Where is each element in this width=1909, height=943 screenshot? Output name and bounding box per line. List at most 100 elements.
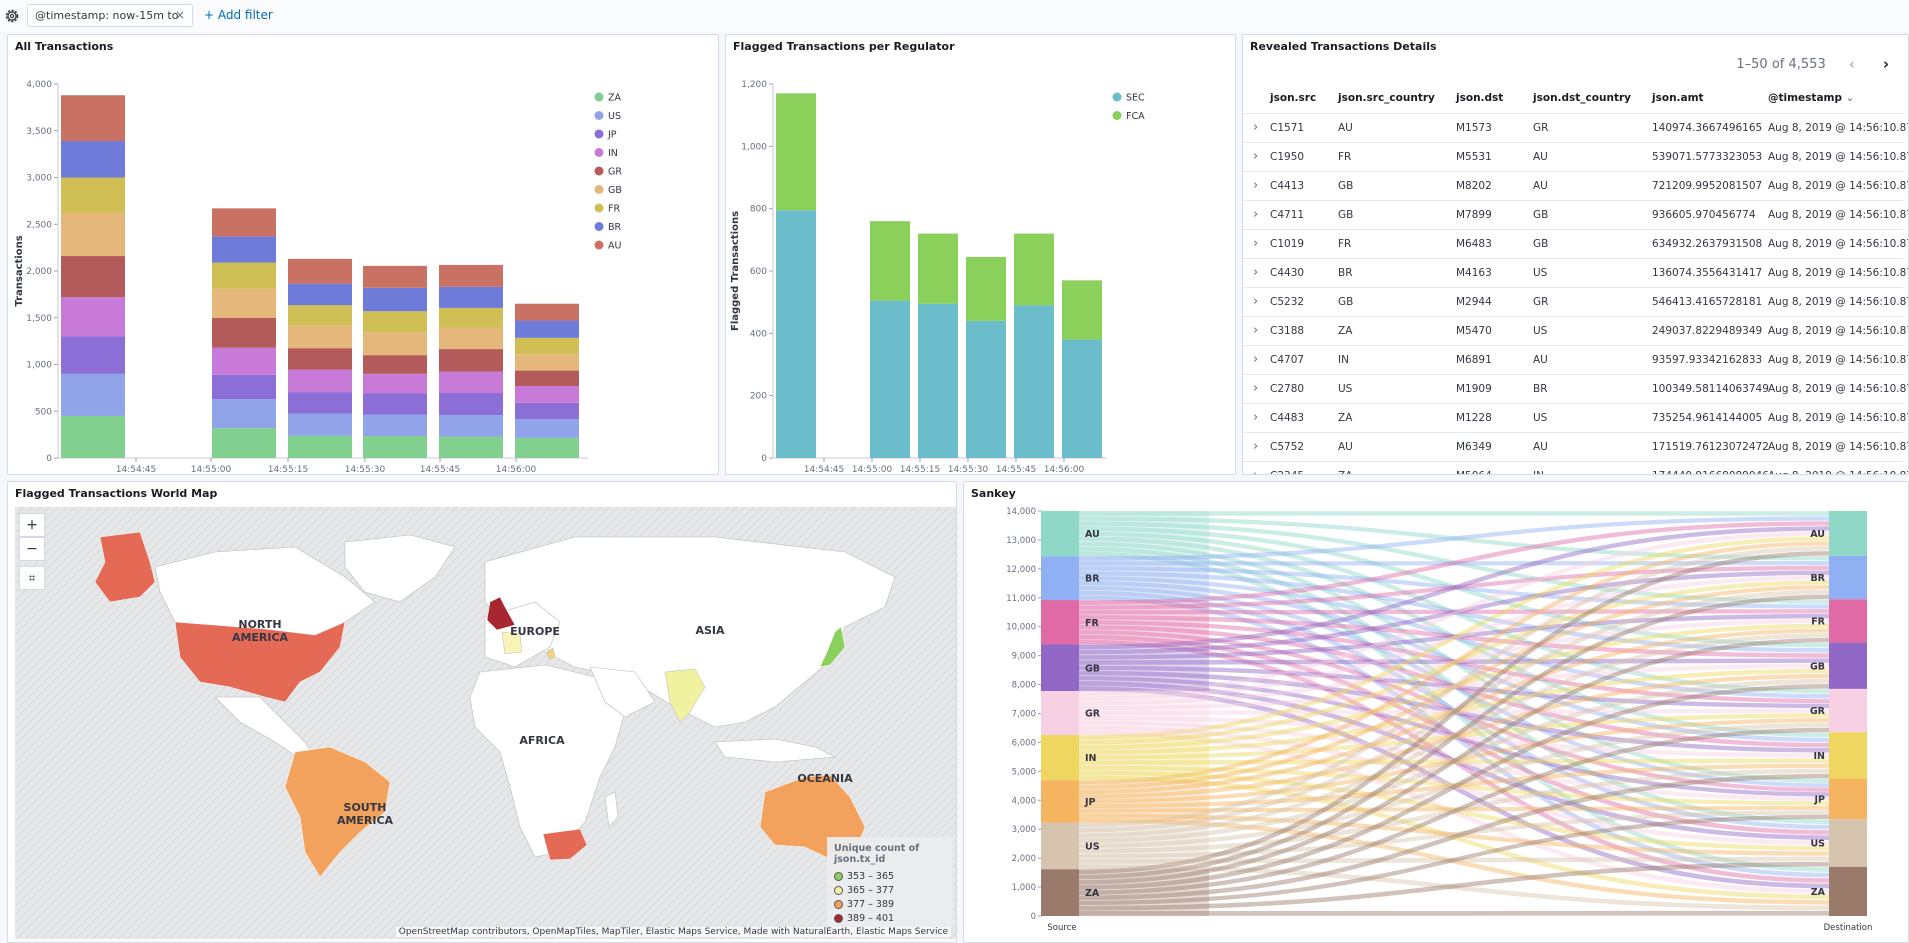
chevron-right-icon[interactable]: ›: [1253, 120, 1258, 135]
table-row[interactable]: › C1019 FR M6483 GB 634932.2637931508 Aug 8, 2…: [1243, 229, 1908, 258]
map-legend-label: 365 – 377: [847, 885, 895, 896]
chevron-right-icon[interactable]: ›: [1253, 410, 1258, 425]
chevron-right-icon[interactable]: ›: [1253, 236, 1258, 251]
y-tick-label: 1,200: [741, 80, 767, 90]
y-tick-label: 2,000: [26, 267, 52, 277]
chevron-right-icon[interactable]: ›: [1253, 207, 1258, 222]
chevron-right-icon[interactable]: ›: [1253, 381, 1258, 396]
table-cell: FR: [1338, 238, 1352, 250]
zoom-in-button[interactable]: +: [19, 513, 45, 537]
legend-swatch: [594, 203, 604, 213]
column-header-dst[interactable]: json.dst: [1456, 92, 1503, 104]
bar-segment: [212, 399, 276, 429]
table-cell: 249037.8229489349: [1652, 325, 1763, 337]
table-cell: M1573: [1456, 122, 1492, 134]
column-header-dst-country[interactable]: json.dst_country: [1533, 92, 1631, 104]
gear-icon[interactable]: [3, 7, 21, 25]
chevron-right-icon[interactable]: ›: [1253, 468, 1258, 474]
y-tick-label: 5,000: [1012, 767, 1036, 777]
column-header-src[interactable]: json.src: [1270, 92, 1316, 104]
map-legend-item[interactable]: 353 – 365: [834, 870, 946, 884]
sankey-source-node: [1041, 644, 1079, 692]
add-filter-button[interactable]: + Add filter: [204, 8, 273, 22]
legend-label: AU: [608, 241, 621, 252]
y-axis-label: Transactions: [14, 235, 25, 306]
y-tick-label: 400: [750, 329, 767, 339]
table-cell: 546413.4165728181: [1652, 296, 1763, 308]
zoom-out-button[interactable]: −: [19, 537, 45, 561]
sankey-destination-label: GB: [1810, 661, 1825, 672]
table-cell: 136074.3556431417: [1652, 267, 1763, 279]
bar-segment: [363, 436, 427, 458]
table-cell: C4483: [1270, 412, 1305, 424]
table-row[interactable]: › C4707 IN M6891 AU 93597.93342162833 Aug 8, 2…: [1243, 345, 1908, 374]
map-legend-item[interactable]: 389 – 401: [834, 912, 946, 926]
bar-segment: [870, 221, 910, 301]
y-tick-label: 1,000: [1012, 883, 1036, 893]
y-tick-label: 1,000: [741, 142, 767, 152]
table-row[interactable]: › C4483 ZA M1228 US 735254.9614144005 Aug 8, 2…: [1243, 403, 1908, 432]
timestamp-filter-pill[interactable]: @timestamp: now-15m to now ×: [27, 4, 193, 43]
table-cell: 100349.58114063749: [1652, 383, 1769, 395]
map-legend-item[interactable]: 365 – 377: [834, 884, 946, 898]
sankey-destination-node: [1829, 866, 1867, 916]
table-cell: AU: [1338, 441, 1353, 453]
chevron-right-icon[interactable]: ›: [1253, 178, 1258, 193]
bar-segment: [363, 414, 427, 437]
crop-icon[interactable]: ⌗: [19, 566, 45, 590]
x-tick-label: 14:55:30: [948, 465, 989, 473]
table-row[interactable]: › C2345 ZA M5064 IN 174440.91668089046Aug 8, …: [1243, 461, 1908, 474]
world-map[interactable]: + − ⌗ NORTH AMERICA EUROPE ASIA AFRICA S…: [15, 507, 956, 939]
map-attribution[interactable]: OpenStreetMap contributors, OpenMapTiles…: [395, 927, 951, 937]
table-cell: 171519.76123072472: [1652, 441, 1769, 453]
y-tick-label: 0: [1031, 912, 1036, 922]
table-row[interactable]: › C1571 AU M1573 GR 140974.3667496165 Aug 8, 2…: [1243, 113, 1908, 142]
chevron-right-icon[interactable]: ›: [1253, 294, 1258, 309]
close-icon[interactable]: ×: [175, 5, 185, 26]
table-cell: Aug 8, 2019 @ 14:56:10.870: [1768, 238, 1909, 250]
next-page-button[interactable]: ›: [1876, 55, 1896, 73]
table-cell: Aug 8, 2019 @ 14:56:10.870: [1768, 267, 1909, 279]
table-cell: M5064: [1456, 470, 1492, 474]
prev-page-button[interactable]: ‹: [1842, 55, 1862, 73]
bar-segment: [966, 256, 1006, 321]
table-row[interactable]: › C3188 ZA M5470 US 249037.8229489349 Aug 8, 2…: [1243, 316, 1908, 345]
y-tick-label: 4,000: [1012, 796, 1036, 806]
pagination-count: 1–50 of 4,553: [1736, 56, 1826, 72]
chevron-right-icon[interactable]: ›: [1253, 352, 1258, 367]
table-row[interactable]: › C1950 FR M5531 AU 539071.5773323053 Aug 8, 2…: [1243, 142, 1908, 171]
table-row[interactable]: › C5232 GB M2944 GR 546413.4165728181 Aug 8, 2…: [1243, 287, 1908, 316]
table-row[interactable]: › C4413 GB M8202 AU 721209.9952081507 Aug 8, 2…: [1243, 171, 1908, 200]
bar-segment: [1062, 339, 1102, 458]
y-tick-label: 600: [750, 267, 767, 277]
table-row[interactable]: › C2780 US M1909 BR 100349.58114063749 Aug 8, …: [1243, 374, 1908, 403]
bar-segment: [212, 428, 276, 458]
y-tick-label: 2,500: [26, 220, 52, 230]
table-cell: Aug 8, 2019 @ 14:56:10.870: [1768, 383, 1909, 395]
table-row[interactable]: › C4430 BR M4163 US 136074.3556431417 Aug 8, 2…: [1243, 258, 1908, 287]
bar-segment: [363, 332, 427, 356]
sankey-destination-label: US: [1810, 838, 1825, 849]
sankey-source-label: GR: [1085, 709, 1101, 720]
chevron-right-icon[interactable]: ›: [1253, 439, 1258, 454]
table-row[interactable]: › C5752 AU M6349 AU 171519.76123072472 Aug 8, …: [1243, 432, 1908, 461]
column-header-amt[interactable]: json.amt: [1652, 92, 1704, 104]
chevron-right-icon[interactable]: ›: [1253, 149, 1258, 164]
x-tick-label: 14:54:45: [804, 465, 844, 473]
y-tick-label: 500: [35, 407, 52, 417]
chevron-right-icon[interactable]: ›: [1253, 323, 1258, 338]
panel-title: Sankey: [971, 487, 1016, 500]
table-row[interactable]: › C4711 GB M7899 GB 936605.970456774 Aug 8, 20…: [1243, 200, 1908, 229]
legend-label: ZA: [608, 93, 622, 104]
table-cell: AU: [1533, 180, 1548, 192]
table-cell: C2780: [1270, 383, 1305, 395]
y-tick-label: 6,000: [1012, 738, 1036, 748]
legend-label: BR: [608, 222, 622, 233]
y-tick-label: 800: [750, 205, 767, 215]
chevron-right-icon[interactable]: ›: [1253, 265, 1258, 280]
column-header-src-country[interactable]: json.src_country: [1338, 92, 1435, 104]
map-legend-item[interactable]: 377 – 389: [834, 898, 946, 912]
y-tick-label: 1,500: [26, 314, 52, 324]
column-header-timestamp[interactable]: @timestamp ⌄: [1768, 92, 1854, 104]
table-cell: US: [1533, 267, 1548, 279]
